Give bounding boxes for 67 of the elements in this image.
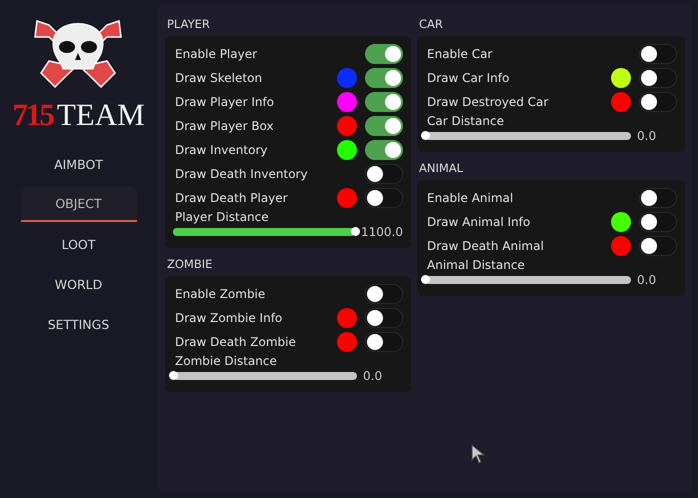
slider-thumb[interactable] — [421, 275, 430, 284]
nav-tab[interactable]: WORLD — [20, 266, 136, 302]
toggle-switch[interactable] — [365, 188, 403, 208]
cursor-icon — [471, 444, 485, 464]
nav-tab[interactable]: AIMBOT — [20, 146, 136, 182]
toggle-switch[interactable] — [639, 44, 677, 64]
section-title: CAR — [418, 16, 444, 33]
slider-label: Car Distance — [427, 114, 505, 128]
nav-tab[interactable]: LOOT — [20, 226, 136, 262]
color-swatch[interactable] — [611, 212, 631, 232]
logo-number: 715 — [12, 98, 53, 132]
toggle-switch[interactable] — [639, 236, 677, 256]
nav-tab[interactable]: SETTINGS — [20, 306, 136, 342]
color-swatch[interactable] — [337, 68, 357, 88]
toggle-switch[interactable] — [365, 44, 403, 64]
toggle-switch[interactable] — [365, 332, 403, 352]
nav-tab[interactable]: OBJECT — [20, 186, 136, 222]
section-title: PLAYER — [166, 16, 211, 33]
logo-word: TEAM — [56, 98, 145, 132]
slider-label: Zombie Distance — [175, 354, 278, 368]
option-label: Draw Inventory — [175, 143, 268, 157]
toggle-switch[interactable] — [365, 284, 403, 304]
slider-value: 0.0 — [637, 273, 658, 287]
toggle-switch[interactable] — [365, 68, 403, 88]
color-swatch[interactable] — [337, 140, 357, 160]
option-label: Draw Skeleton — [175, 71, 264, 85]
slider-value: 1100.0 — [361, 225, 403, 239]
toggle-switch[interactable] — [639, 68, 677, 88]
slider-value: 0.0 — [363, 369, 384, 383]
toggle-switch[interactable] — [365, 308, 403, 328]
slider-label: Player Distance — [175, 210, 270, 224]
color-swatch[interactable] — [337, 116, 357, 136]
toggle-switch[interactable] — [365, 116, 403, 136]
option-label: Draw Death Animal — [427, 239, 545, 253]
option-label: Draw Death Player — [175, 191, 289, 205]
slider-thumb[interactable] — [421, 131, 430, 140]
option-label: Draw Zombie Info — [175, 311, 284, 325]
color-swatch[interactable] — [337, 92, 357, 112]
slider-value: 0.0 — [637, 129, 658, 143]
color-swatch[interactable] — [611, 236, 631, 256]
option-label: Draw Destroyed Car — [427, 95, 550, 109]
toggle-switch[interactable] — [365, 164, 403, 184]
toggle-switch[interactable] — [639, 212, 677, 232]
option-label: Enable Car — [427, 47, 494, 61]
slider-thumb[interactable] — [169, 371, 178, 380]
color-swatch[interactable] — [337, 308, 357, 328]
option-label: Draw Animal Info — [427, 215, 532, 229]
section-title: ANIMAL — [418, 160, 464, 177]
color-swatch[interactable] — [337, 332, 357, 352]
option-label: Enable Zombie — [175, 287, 266, 301]
option-label: Draw Car Info — [427, 71, 510, 85]
toggle-switch[interactable] — [639, 92, 677, 112]
option-label: Draw Player Info — [175, 95, 276, 109]
option-label: Enable Animal — [427, 191, 514, 205]
option-label: Draw Death Inventory — [175, 167, 309, 181]
color-swatch[interactable] — [611, 92, 631, 112]
option-label: Draw Death Zombie — [175, 335, 297, 349]
color-swatch[interactable] — [337, 188, 357, 208]
section-title: ZOMBIE — [166, 256, 214, 273]
toggle-switch[interactable] — [639, 188, 677, 208]
slider-thumb[interactable] — [351, 227, 360, 236]
option-label: Enable Player — [175, 47, 258, 61]
toggle-switch[interactable] — [365, 92, 403, 112]
option-label: Draw Player Box — [175, 119, 275, 133]
slider-label: Animal Distance — [427, 258, 526, 272]
toggle-switch[interactable] — [365, 140, 403, 160]
color-swatch[interactable] — [611, 68, 631, 88]
